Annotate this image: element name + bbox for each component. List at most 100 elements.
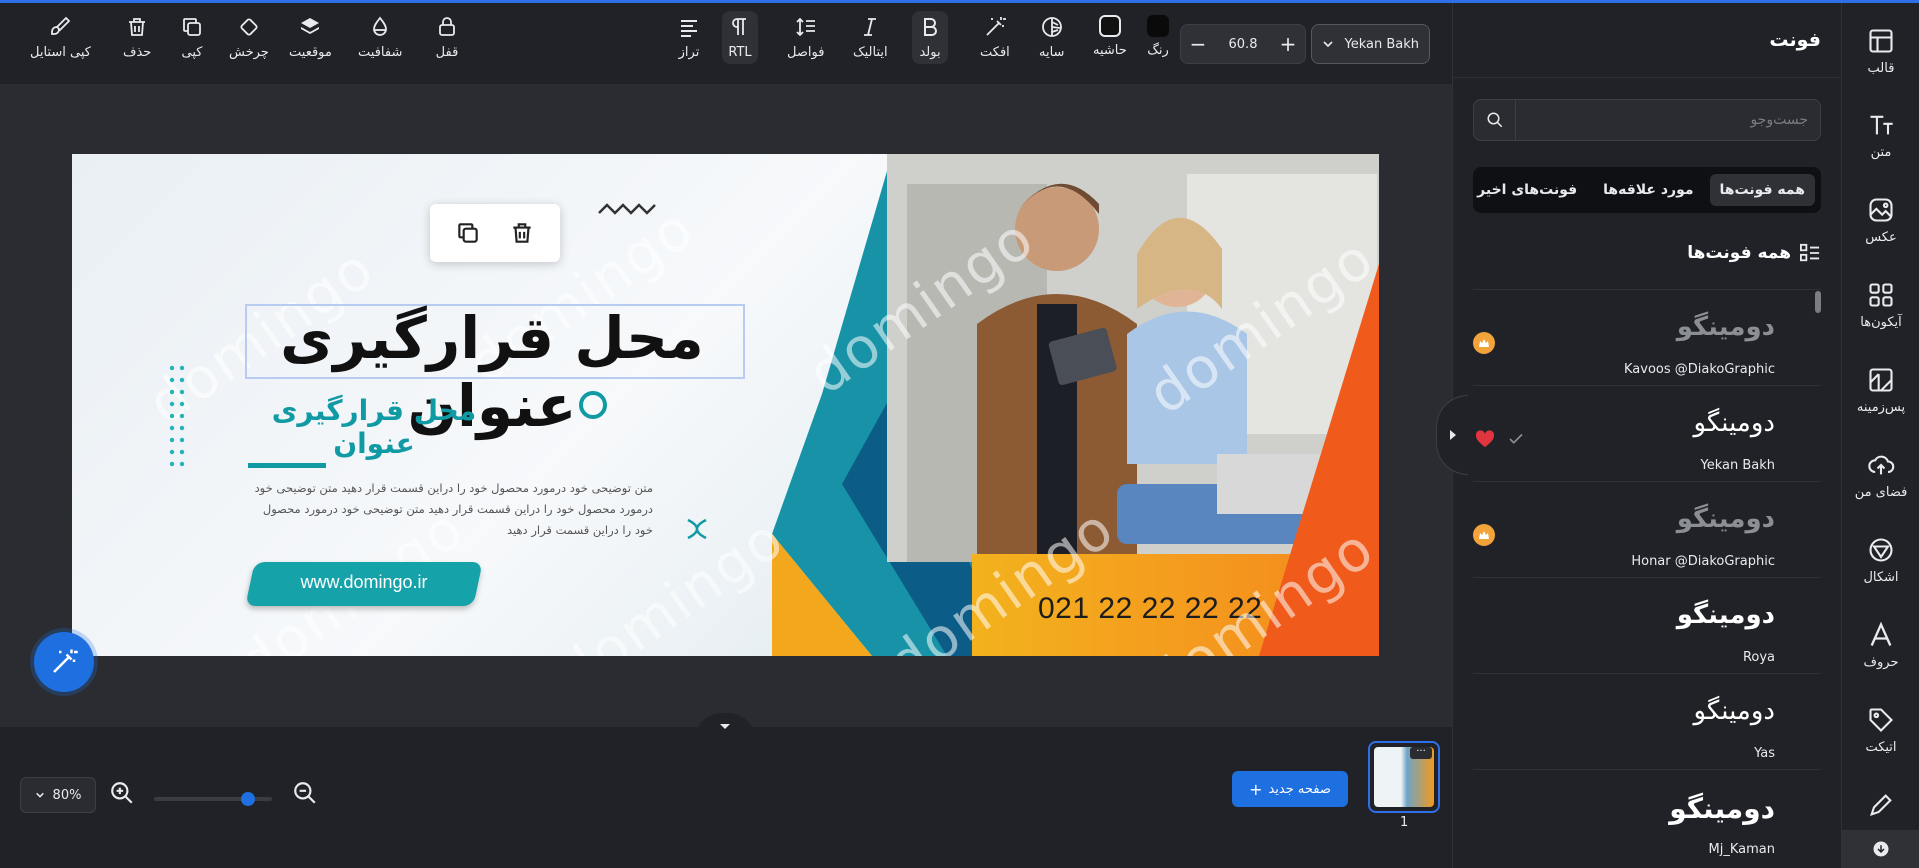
trash-icon (129, 18, 146, 36)
font-size-value[interactable]: 60.8 (1215, 37, 1271, 52)
copy-style-button[interactable]: کپی استایل (30, 15, 91, 60)
zigzag-decoration (598, 203, 656, 215)
rail-item-icons[interactable]: آیکون‌ها (1842, 281, 1919, 330)
shadow-button[interactable]: سایه (1039, 15, 1064, 60)
section-title: همه فونت‌ها (1687, 243, 1821, 263)
chevron-right-icon (1449, 430, 1456, 440)
divider (1453, 77, 1842, 78)
tab-recent[interactable]: فونت‌های اخیر (1467, 174, 1587, 206)
rail-item-draw[interactable] (1842, 791, 1919, 819)
rail-item-my-space[interactable]: فضای من (1842, 451, 1919, 500)
decrease-size-button[interactable]: − (1181, 25, 1215, 63)
letter-a-icon (1870, 621, 1892, 646)
increase-size-button[interactable]: + (1271, 25, 1305, 63)
design-banner[interactable]: 021 22 22 22 22 domingo domingo domingo … (72, 154, 1379, 656)
list-item[interactable]: دومینگو Roya (1473, 577, 1821, 673)
magic-wand-button[interactable] (34, 632, 94, 692)
canvas-area: 021 22 22 22 22 domingo domingo domingo … (0, 84, 1452, 727)
font-name: Yekan Bakh (1700, 458, 1775, 473)
rotate-button[interactable]: چرخش (229, 15, 269, 60)
rail-label: قالب (1867, 61, 1895, 76)
description-text[interactable]: متن توضیحی خود درمورد محصول خود را دراین… (245, 478, 653, 541)
thumbnail-menu[interactable]: ··· (1410, 747, 1432, 759)
tag-icon (1869, 708, 1893, 732)
zoom-in-icon[interactable] (109, 780, 135, 806)
bold-button[interactable]: بولد (912, 11, 948, 64)
delete-label: حذف (123, 45, 152, 60)
rail-item-text[interactable]: متن (1842, 111, 1919, 160)
effect-button[interactable]: افکت (980, 15, 1010, 60)
search-input[interactable]: جست‌وجو (1516, 112, 1820, 128)
font-tabs: همه فونت‌ها مورد علاقه‌ها فونت‌های اخیر (1473, 167, 1821, 213)
list-item[interactable]: دومینگو Mj_Kaman (1473, 769, 1821, 865)
font-preview: دومینگو (1676, 504, 1775, 534)
spacing-button[interactable]: فواصل (787, 15, 824, 60)
knot-decoration (687, 518, 707, 540)
italic-icon (864, 18, 877, 36)
shadow-label: سایه (1039, 45, 1065, 60)
list-item[interactable]: دومینگو Yas (1473, 673, 1821, 769)
rail-item-photos[interactable]: عکس (1842, 196, 1919, 245)
list-item[interactable]: دومینگو Yekan Bakh (1473, 385, 1821, 481)
plus-icon: + (1249, 779, 1263, 799)
page-thumbnail[interactable]: ··· (1368, 741, 1440, 813)
color-button[interactable]: رنگ (1147, 15, 1169, 58)
border-label: حاشیه (1093, 43, 1127, 58)
rail-item-shapes[interactable]: اشکال (1842, 536, 1919, 585)
opacity-button[interactable]: شفافیت (358, 15, 402, 60)
italic-button[interactable]: ایتالیک (853, 15, 888, 60)
page-thumbnail-preview: ··· (1374, 747, 1434, 807)
lock-button[interactable]: قفل (435, 15, 459, 60)
duplicate-icon[interactable] (455, 220, 481, 246)
position-button[interactable]: موقعیت (289, 15, 332, 60)
font-search[interactable]: جست‌وجو (1473, 99, 1821, 141)
list-item[interactable]: دومینگو Kavoos @DiakoGraphic (1473, 289, 1821, 385)
rail-label: فضای من (1854, 485, 1908, 500)
font-family-value: Yekan Bakh (1344, 36, 1419, 52)
new-page-label: صفحه جدید (1268, 781, 1331, 797)
search-icon[interactable] (1474, 100, 1516, 140)
tab-all-fonts[interactable]: همه فونت‌ها (1709, 174, 1815, 206)
rail-label: اشکال (1863, 570, 1899, 585)
tab-favorites[interactable]: مورد علاقه‌ها (1593, 174, 1703, 206)
zoom-select[interactable]: 80% (20, 777, 96, 813)
lock-icon (439, 17, 455, 36)
section-title-text: همه فونت‌ها (1687, 243, 1791, 263)
url-text[interactable]: www.domingo.ir (250, 572, 478, 593)
zoom-slider[interactable] (154, 792, 272, 806)
list-item[interactable]: دومینگو Honar @DiakoGraphic (1473, 481, 1821, 577)
chevron-down-icon (720, 724, 730, 729)
sub-title-text[interactable]: محل قرارگیری عنوان (244, 394, 504, 460)
rail-item-templates[interactable]: قالب (1842, 27, 1919, 76)
rail-item-stickers[interactable]: اتیکت (1842, 706, 1919, 755)
bold-icon (924, 18, 937, 36)
rotate-icon (240, 18, 258, 36)
zoom-out-icon[interactable] (292, 780, 318, 806)
rail-label: آیکون‌ها (1860, 315, 1902, 330)
editor-app: کپی استایل حذف کپی چرخش موقعیت شفافیت قف… (0, 0, 1919, 868)
heart-icon[interactable] (1475, 430, 1495, 448)
delete-button[interactable]: حذف (123, 15, 151, 60)
premium-crown-icon (1473, 524, 1495, 546)
effect-label: افکت (980, 45, 1010, 60)
rail-item-letters[interactable]: حروف (1842, 621, 1919, 670)
trash-icon[interactable] (509, 220, 535, 246)
align-label: تراز (678, 45, 700, 60)
text-icon (1870, 115, 1893, 135)
align-button[interactable]: تراز (677, 15, 701, 60)
rail-label: حروف (1863, 655, 1899, 670)
rtl-button[interactable]: RTL (722, 11, 758, 64)
panel-title: فونت (1769, 29, 1821, 51)
rail-scroll-down[interactable] (1842, 830, 1919, 868)
zoom-slider-knob[interactable] (241, 792, 256, 806)
font-family-select[interactable]: Yekan Bakh (1311, 24, 1430, 64)
rail-item-background[interactable]: پس‌زمینه (1842, 366, 1919, 415)
font-name: Honar @DiakoGraphic (1631, 554, 1775, 569)
lock-label: قفل (435, 45, 459, 60)
tool-rail: قالب متن عکس آیکون‌ها پس‌زمینه فضای من ا… (1841, 3, 1919, 868)
element-floating-toolbar (430, 204, 560, 262)
zoom-value: 80% (52, 787, 82, 803)
border-button[interactable]: حاشیه (1093, 15, 1127, 58)
copy-button[interactable]: کپی (180, 15, 204, 60)
new-page-button[interactable]: + صفحه جدید (1232, 771, 1348, 807)
